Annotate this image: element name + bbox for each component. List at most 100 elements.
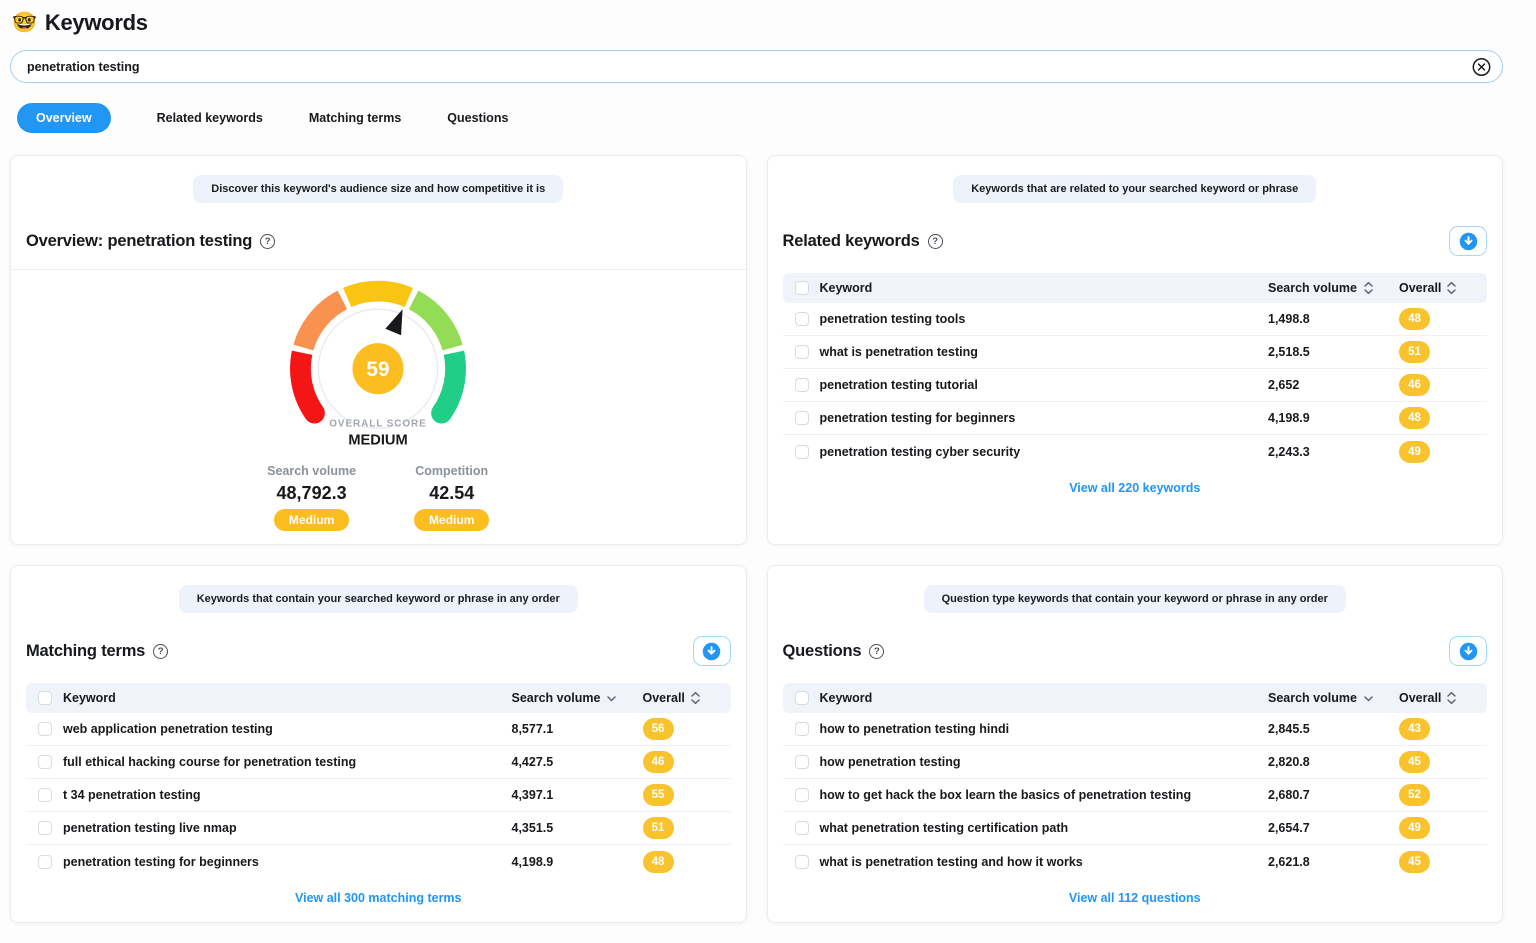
keyword-cell: how to penetration testing hindi [820, 722, 1010, 736]
stat-value: 48,792.3 [277, 483, 347, 504]
download-button[interactable] [1449, 226, 1487, 256]
tab-overview[interactable]: Overview [17, 103, 111, 133]
search-volume-cell: 4,397.1 [512, 788, 554, 802]
row-checkbox[interactable] [795, 312, 809, 326]
table-header: Keyword Search volume Overall [783, 273, 1488, 303]
row-checkbox[interactable] [38, 755, 52, 769]
stat-level-badge: Medium [274, 509, 349, 531]
row-checkbox[interactable] [795, 345, 809, 359]
table-row[interactable]: what is penetration testing 2,518.5 51 [783, 336, 1488, 369]
row-checkbox[interactable] [795, 821, 809, 835]
help-icon[interactable]: ? [928, 234, 943, 249]
search-bar [10, 50, 1503, 83]
view-all-keywords-link[interactable]: View all 220 keywords [783, 481, 1488, 495]
download-button[interactable] [693, 636, 731, 666]
questions-banner: Question type keywords that contain your… [924, 585, 1346, 613]
table-row[interactable]: what is penetration testing and how it w… [783, 845, 1488, 878]
tab-related-keywords[interactable]: Related keywords [157, 103, 263, 133]
row-checkbox[interactable] [38, 855, 52, 869]
search-volume-cell: 2,680.7 [1268, 788, 1310, 802]
column-header-search-volume[interactable]: Search volume [1268, 281, 1357, 295]
gauge-level: MEDIUM [349, 432, 408, 448]
sort-updown-icon[interactable] [690, 691, 701, 705]
sort-updown-icon[interactable] [1446, 691, 1457, 705]
table-row[interactable]: what penetration testing certification p… [783, 812, 1488, 845]
sort-updown-icon[interactable] [1446, 281, 1457, 295]
table-row[interactable]: t 34 penetration testing 4,397.1 55 [26, 779, 731, 812]
overall-score-badge: 45 [1399, 851, 1430, 873]
table-row[interactable]: how penetration testing 2,820.8 45 [783, 746, 1488, 779]
keyword-cell: full ethical hacking course for penetrat… [63, 755, 356, 769]
competition-stat: Competition 42.54 Medium [414, 464, 489, 531]
row-checkbox[interactable] [38, 722, 52, 736]
row-checkbox[interactable] [795, 411, 809, 425]
search-volume-stat: Search volume 48,792.3 Medium [267, 464, 356, 531]
clear-search-button[interactable] [1472, 57, 1491, 76]
sort-updown-icon[interactable] [1363, 281, 1374, 295]
clear-search-icon [1472, 57, 1491, 76]
row-checkbox[interactable] [38, 821, 52, 835]
search-volume-cell: 2,845.5 [1268, 722, 1310, 736]
table-row[interactable]: penetration testing live nmap 4,351.5 51 [26, 812, 731, 845]
divider [11, 269, 746, 270]
table-row[interactable]: penetration testing tools 1,498.8 48 [783, 303, 1488, 336]
keyword-cell: penetration testing tools [820, 312, 966, 326]
matching-card-title: Matching terms [26, 642, 145, 661]
table-row[interactable]: penetration testing for beginners 4,198.… [26, 845, 731, 878]
table-header: Keyword Search volume Overall [26, 683, 731, 713]
column-header-overall[interactable]: Overall [1399, 281, 1441, 295]
page: 🤓 Keywords Overview Related keywords Mat… [0, 0, 1536, 943]
view-all-matching-terms-link[interactable]: View all 300 matching terms [26, 891, 731, 905]
row-checkbox[interactable] [795, 378, 809, 392]
sort-descending-icon[interactable] [606, 693, 617, 704]
table-row[interactable]: how to penetration testing hindi 2,845.5… [783, 713, 1488, 746]
keyword-cell: penetration testing for beginners [820, 411, 1016, 425]
table-row[interactable]: web application penetration testing 8,57… [26, 713, 731, 746]
table-row[interactable]: penetration testing tutorial 2,652 46 [783, 369, 1488, 402]
questions-card-title: Questions [783, 642, 862, 661]
overall-score-badge: 55 [643, 784, 674, 806]
overall-score-badge: 49 [1399, 441, 1430, 463]
gauge-needle-icon [386, 309, 403, 335]
row-checkbox[interactable] [38, 788, 52, 802]
select-all-checkbox[interactable] [795, 691, 809, 705]
gauge-score-label: OVERALL SCORE [330, 418, 427, 429]
table-row[interactable]: penetration testing cyber security 2,243… [783, 435, 1488, 468]
column-header-search-volume[interactable]: Search volume [1268, 691, 1357, 705]
help-icon[interactable]: ? [153, 644, 168, 659]
column-header-search-volume[interactable]: Search volume [512, 691, 601, 705]
tab-questions[interactable]: Questions [447, 103, 508, 133]
keyword-cell: t 34 penetration testing [63, 788, 201, 802]
column-header-keyword: Keyword [820, 691, 873, 705]
view-all-questions-link[interactable]: View all 112 questions [783, 891, 1488, 905]
overall-score-badge: 52 [1399, 784, 1430, 806]
tab-matching-terms[interactable]: Matching terms [309, 103, 401, 133]
help-icon[interactable]: ? [260, 234, 275, 249]
table-row[interactable]: penetration testing for beginners 4,198.… [783, 402, 1488, 435]
help-icon[interactable]: ? [869, 644, 884, 659]
keyword-cell: penetration testing live nmap [63, 821, 237, 835]
column-header-overall[interactable]: Overall [643, 691, 685, 705]
select-all-checkbox[interactable] [795, 281, 809, 295]
row-checkbox[interactable] [795, 722, 809, 736]
keyword-cell: how to get hack the box learn the basics… [820, 788, 1192, 802]
row-checkbox[interactable] [795, 855, 809, 869]
search-volume-cell: 1,498.8 [1268, 312, 1310, 326]
search-input[interactable] [10, 50, 1503, 83]
matching-terms-table: Keyword Search volume Overall [26, 683, 731, 905]
overview-stats: Search volume 48,792.3 Medium Competitio… [267, 464, 489, 531]
search-volume-cell: 4,198.9 [1268, 411, 1310, 425]
table-row[interactable]: how to get hack the box learn the basics… [783, 779, 1488, 812]
sort-descending-icon[interactable] [1363, 693, 1374, 704]
overall-score-badge: 56 [643, 718, 674, 740]
column-header-overall[interactable]: Overall [1399, 691, 1441, 705]
select-all-checkbox[interactable] [38, 691, 52, 705]
table-row[interactable]: full ethical hacking course for penetrat… [26, 746, 731, 779]
download-icon [701, 641, 722, 662]
keyword-cell: how penetration testing [820, 755, 961, 769]
download-button[interactable] [1449, 636, 1487, 666]
search-volume-cell: 4,198.9 [512, 855, 554, 869]
row-checkbox[interactable] [795, 755, 809, 769]
row-checkbox[interactable] [795, 788, 809, 802]
row-checkbox[interactable] [795, 445, 809, 459]
